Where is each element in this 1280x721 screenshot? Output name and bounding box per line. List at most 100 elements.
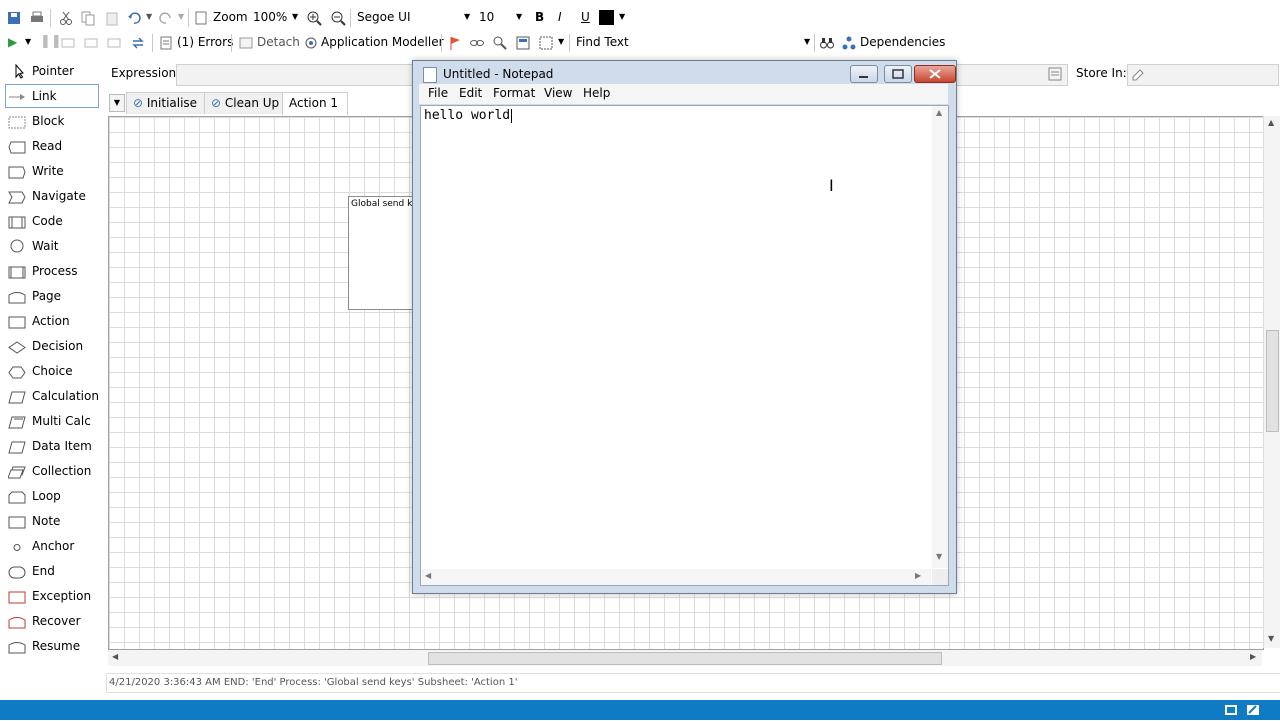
menu-edit[interactable]: Edit <box>459 86 482 100</box>
stage-box[interactable]: Global send k <box>348 196 416 310</box>
scroll-left-icon[interactable]: ◀ <box>112 652 118 661</box>
palette-item-write[interactable]: Write <box>6 160 98 182</box>
align-dropdown-icon[interactable]: ▼ <box>558 37 564 46</box>
palette-item-page[interactable]: Page <box>6 285 98 307</box>
zoom-dropdown-icon[interactable]: ▼ <box>292 12 298 21</box>
zoom-out-icon[interactable] <box>330 10 346 26</box>
dependencies-icon[interactable] <box>841 35 857 51</box>
font-color-dropdown-icon[interactable]: ▼ <box>619 12 625 21</box>
dependencies-button[interactable]: Dependencies <box>860 32 945 52</box>
close-button[interactable] <box>914 65 956 83</box>
palette-item-note[interactable]: Note <box>6 510 98 532</box>
notepad-window[interactable]: Untitled - Notepad File Edit Format View… <box>412 60 957 594</box>
menu-help[interactable]: Help <box>583 86 610 100</box>
palette-item-block[interactable]: Block <box>6 110 98 132</box>
maximize-button[interactable] <box>884 65 912 83</box>
zoom-select[interactable]: 100% <box>253 7 287 27</box>
font-color-button[interactable] <box>599 10 614 25</box>
palette-item-process[interactable]: Process <box>6 260 98 282</box>
refresh-icon[interactable] <box>130 35 146 51</box>
canvas-vertical-scrollbar[interactable]: ▲ ▼ <box>1263 116 1280 648</box>
pause-icon[interactable]: ❚❚ <box>40 34 62 49</box>
notepad-scroll-up-icon[interactable]: ▲ <box>936 108 942 117</box>
palette-item-code[interactable]: Code <box>6 210 98 232</box>
font-name-select[interactable]: Segoe UI <box>357 7 410 27</box>
validate-icon[interactable] <box>492 35 508 51</box>
form-icon[interactable] <box>515 35 531 51</box>
errors-icon[interactable] <box>158 35 174 51</box>
palette-item-action[interactable]: Action <box>6 310 98 332</box>
palette-item-pointer[interactable]: Pointer <box>6 60 98 82</box>
notepad-vertical-scrollbar[interactable]: ▲ ▼ <box>932 106 948 568</box>
app-modeller-button[interactable]: Application Modeller <box>321 32 444 52</box>
canvas-horizontal-scrollbar[interactable]: ◀ ▶ <box>108 650 1262 666</box>
italic-button[interactable]: I <box>558 7 562 27</box>
font-size-select[interactable]: 10 <box>479 7 494 27</box>
expression-builder-icon[interactable] <box>1047 66 1063 82</box>
notepad-scroll-down-icon[interactable]: ▼ <box>936 552 942 561</box>
notepad-horizontal-scrollbar[interactable]: ◀ ▶ <box>421 569 931 585</box>
copy-icon[interactable] <box>80 10 96 26</box>
menu-view[interactable]: View <box>544 86 572 100</box>
detach-icon[interactable] <box>238 35 254 51</box>
run-icon[interactable]: ▶ <box>8 35 17 49</box>
palette-item-multi-calc[interactable]: Multi Calc <box>6 410 98 432</box>
palette-item-anchor[interactable]: Anchor <box>6 535 98 557</box>
scroll-down-icon[interactable]: ▼ <box>1268 634 1274 643</box>
palette-item-resume[interactable]: Resume <box>6 635 98 657</box>
palette-item-decision[interactable]: Decision <box>6 335 98 357</box>
palette-item-choice[interactable]: Choice <box>6 360 98 382</box>
canvas-horizontal-scroll-thumb[interactable] <box>428 652 942 665</box>
tabs-dropdown-button[interactable]: ▼ <box>109 94 125 112</box>
palette-item-navigate[interactable]: Navigate <box>6 185 98 207</box>
align-icon[interactable] <box>538 35 554 51</box>
tray-icon-2[interactable] <box>1245 702 1261 718</box>
palette-item-read[interactable]: Read <box>6 135 98 157</box>
tab-action-1[interactable]: Action 1 <box>282 92 348 115</box>
scroll-right-icon[interactable]: ▶ <box>1250 652 1256 661</box>
scroll-up-icon[interactable]: ▲ <box>1268 118 1274 127</box>
palette-item-exception[interactable]: Exception <box>6 585 98 607</box>
notepad-scroll-left-icon[interactable]: ◀ <box>425 571 431 580</box>
paste-icon[interactable] <box>104 10 120 26</box>
palette-item-wait[interactable]: Wait <box>6 235 98 257</box>
resize-grip[interactable] <box>932 569 948 585</box>
run-dropdown-icon[interactable]: ▼ <box>25 37 31 46</box>
menu-format[interactable]: Format <box>493 86 535 100</box>
notepad-scroll-right-icon[interactable]: ▶ <box>915 571 921 580</box>
minimize-button[interactable] <box>850 65 878 83</box>
app-modeller-icon[interactable] <box>303 35 319 51</box>
detach-button[interactable]: Detach <box>257 32 300 52</box>
save-icon[interactable] <box>6 10 22 26</box>
breakpoint-flag-icon[interactable] <box>447 35 463 51</box>
find-text-dropdown-icon[interactable]: ▼ <box>804 37 810 46</box>
redo-icon[interactable] <box>158 10 174 26</box>
store-in-field[interactable] <box>1127 64 1279 86</box>
step-out-icon[interactable] <box>106 35 122 51</box>
palette-item-link[interactable]: Link <box>5 84 99 108</box>
undo-icon[interactable] <box>126 10 142 26</box>
font-size-dropdown-icon[interactable]: ▼ <box>516 12 522 21</box>
palette-item-end[interactable]: End <box>6 560 98 582</box>
bold-button[interactable]: B <box>535 7 544 27</box>
step-icon[interactable] <box>60 35 76 51</box>
notepad-text-area[interactable]: hello world I ▲ ▼ ◀ ▶ <box>420 105 949 586</box>
underline-button[interactable]: U <box>581 7 590 27</box>
undo-dropdown-icon[interactable]: ▼ <box>146 12 152 21</box>
tray-icon-1[interactable] <box>1223 702 1239 718</box>
zoom-in-icon[interactable] <box>306 10 322 26</box>
binoculars-icon[interactable] <box>819 35 835 51</box>
step-over-icon[interactable] <box>83 35 99 51</box>
redo-dropdown-icon[interactable]: ▼ <box>178 12 184 21</box>
font-name-dropdown-icon[interactable]: ▼ <box>464 12 470 21</box>
palette-item-recover[interactable]: Recover <box>6 610 98 632</box>
palette-item-data-item[interactable]: Data Item <box>6 435 98 457</box>
palette-item-collection[interactable]: Collection <box>6 460 98 482</box>
errors-button[interactable]: (1) Errors <box>177 32 233 52</box>
palette-item-calculation[interactable]: Calculation <box>6 385 99 407</box>
palette-item-loop[interactable]: Loop <box>6 485 98 507</box>
canvas-vertical-scroll-thumb[interactable] <box>1266 330 1279 432</box>
link-icon[interactable] <box>469 35 485 51</box>
print-icon[interactable] <box>29 10 45 26</box>
cut-icon[interactable] <box>58 10 74 26</box>
